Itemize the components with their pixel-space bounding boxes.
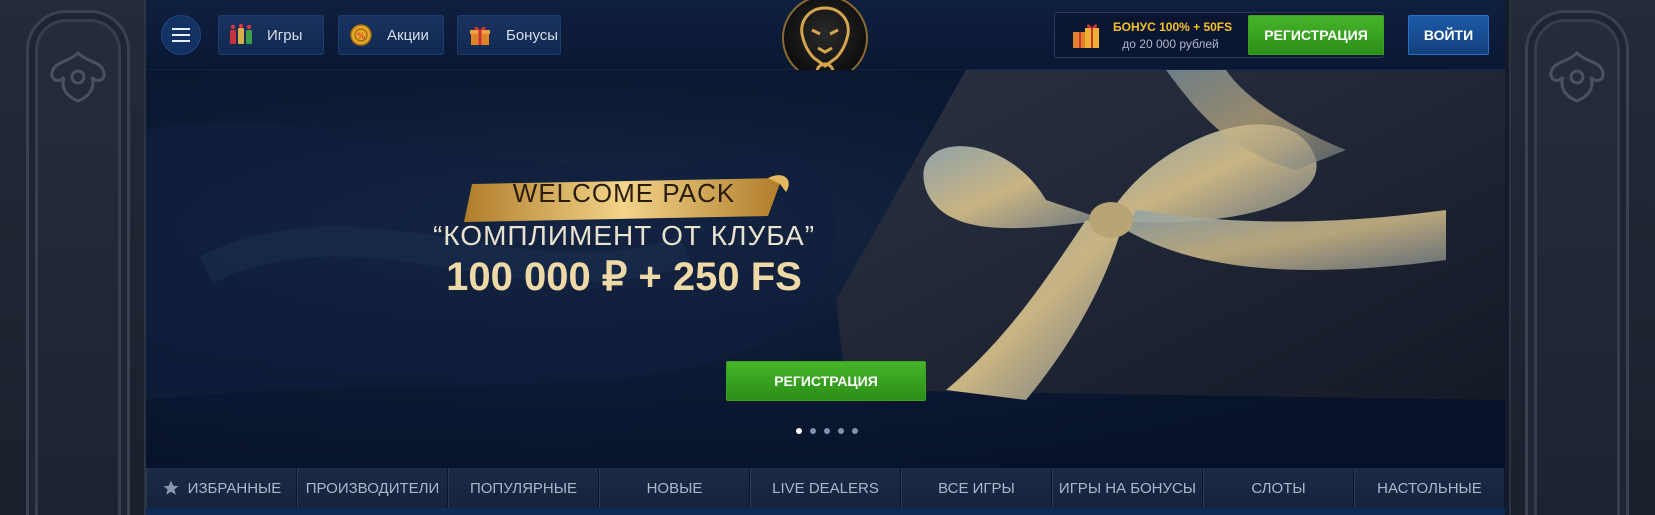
nav-games-button[interactable]: Игры xyxy=(218,15,324,55)
promo-bonus-title: БОНУС 100% + 50FS xyxy=(1113,19,1233,34)
slider-dot[interactable] xyxy=(796,428,802,434)
banner-bonus-amount: 100 000 ₽ + 250 FS xyxy=(446,255,802,299)
tab-popular[interactable]: ПОПУЛЯРНЫЕ xyxy=(448,468,599,508)
tab-label: ИЗБРАННЫЕ xyxy=(187,479,282,497)
tab-label: СЛОТЫ xyxy=(1251,479,1306,497)
main-content: Игры % Акции Бонусы БОНУС 100% + 50FS до… xyxy=(146,0,1505,515)
hamburger-menu-icon[interactable] xyxy=(161,15,201,55)
svg-text:%: % xyxy=(357,32,366,42)
nav-bonuses-label: Бонусы xyxy=(506,26,559,44)
star-icon xyxy=(163,480,179,495)
slider-dot[interactable] xyxy=(852,428,858,434)
promo-banner: WELCOME PACK “КОМПЛИМЕНТ ОТ КЛУБА” 100 0… xyxy=(146,70,1505,468)
banner-headline: “КОМПЛИМЕНТ ОТ КЛУБА” xyxy=(432,220,816,251)
gift-boxes-icon xyxy=(1073,24,1099,48)
tab-label: НОВЫЕ xyxy=(646,479,703,497)
tab-label: ПОПУЛЯРНЫЕ xyxy=(469,479,578,497)
slot-machines-icon xyxy=(229,23,253,47)
tab-favorites[interactable]: ИЗБРАННЫЕ xyxy=(146,468,297,508)
tab-label: LIVE DEALERS xyxy=(772,479,879,497)
tab-new[interactable]: НОВЫЕ xyxy=(599,468,750,508)
left-pillar-frame xyxy=(26,10,130,515)
login-button[interactable]: ВОЙТИ xyxy=(1408,15,1489,55)
tab-slots[interactable]: СЛОТЫ xyxy=(1203,468,1354,508)
tab-label: ИГРЫ НА БОНУСЫ xyxy=(1058,479,1197,497)
tab-bonus-games[interactable]: ИГРЫ НА БОНУСЫ xyxy=(1052,468,1203,508)
nav-promotions-button[interactable]: % Акции xyxy=(338,15,444,55)
site-header: Игры % Акции Бонусы БОНУС 100% + 50FS до… xyxy=(146,0,1505,82)
tab-live-dealers[interactable]: LIVE DEALERS xyxy=(750,468,901,508)
tab-table-games[interactable]: НАСТОЛЬНЫЕ xyxy=(1354,468,1505,508)
tab-label: ПРОИЗВОДИТЕЛИ xyxy=(305,479,440,497)
slider-dot[interactable] xyxy=(810,428,816,434)
slider-dot[interactable] xyxy=(838,428,844,434)
nav-games-label: Игры xyxy=(267,26,303,44)
ornament-icon xyxy=(1549,50,1605,103)
register-button[interactable]: РЕГИСТРАЦИЯ xyxy=(1248,15,1384,55)
welcome-pack-label: WELCOME PACK xyxy=(512,178,736,208)
tab-label: НАСТОЛЬНЫЕ xyxy=(1377,479,1482,497)
nav-promotions-label: Акции xyxy=(387,26,429,44)
tab-label: ВСЕ ИГРЫ xyxy=(938,479,1015,497)
left-decorative-panel xyxy=(0,0,146,515)
coin-icon: % xyxy=(349,23,373,47)
tab-all-games[interactable]: ВСЕ ИГРЫ xyxy=(901,468,1052,508)
right-pillar-frame xyxy=(1525,10,1629,515)
ornament-icon xyxy=(50,50,106,103)
right-decorative-panel xyxy=(1509,0,1655,515)
slider-dot[interactable] xyxy=(824,428,830,434)
nav-bonuses-button[interactable]: Бонусы xyxy=(457,15,561,55)
tab-providers[interactable]: ПРОИЗВОДИТЕЛИ xyxy=(297,468,448,508)
tabs-underline xyxy=(146,508,1505,515)
slider-pagination xyxy=(796,428,858,434)
gift-box-icon xyxy=(468,23,492,47)
promo-bonus-subtitle: до 20 000 рублей xyxy=(1122,36,1219,51)
banner-register-button[interactable]: РЕГИСТРАЦИЯ xyxy=(726,361,926,401)
